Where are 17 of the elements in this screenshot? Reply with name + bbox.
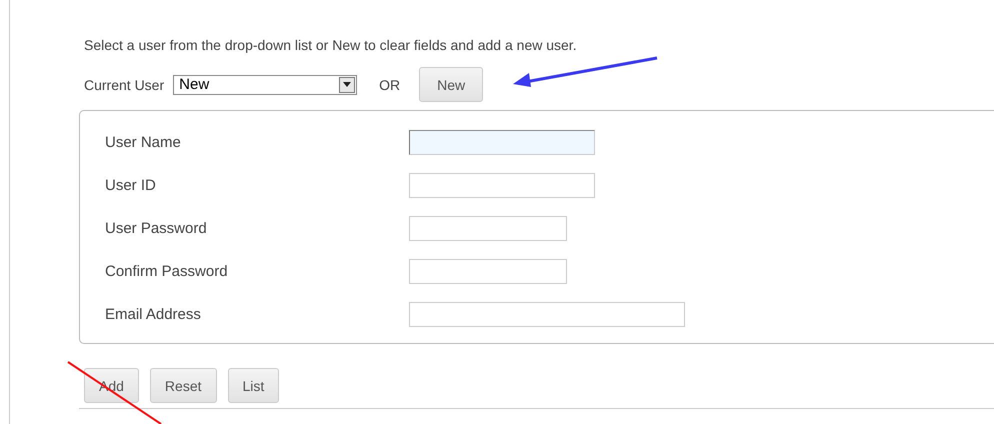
action-button[interactable]: Reset	[150, 368, 216, 403]
input-field[interactable]	[409, 173, 595, 198]
input-field[interactable]	[409, 259, 567, 284]
action-button[interactable]: List	[228, 368, 280, 403]
or-text: OR	[379, 76, 400, 92]
input-field[interactable]	[409, 130, 595, 155]
new-button[interactable]: New	[419, 67, 484, 102]
field-label: User Password	[105, 220, 208, 237]
field-label: User Name	[105, 134, 182, 151]
field-label: Email Address	[105, 306, 202, 323]
field-label: Current User	[84, 76, 164, 92]
input-field[interactable]	[409, 216, 567, 241]
instruction-text: Select a user from the drop-down list or New to clear fields and add a new user.	[84, 37, 578, 53]
field-label: Confirm Password	[105, 263, 229, 280]
field-label: User ID	[105, 177, 157, 194]
user-dropdown[interactable]: New	[173, 74, 358, 94]
input-field[interactable]	[409, 302, 685, 327]
